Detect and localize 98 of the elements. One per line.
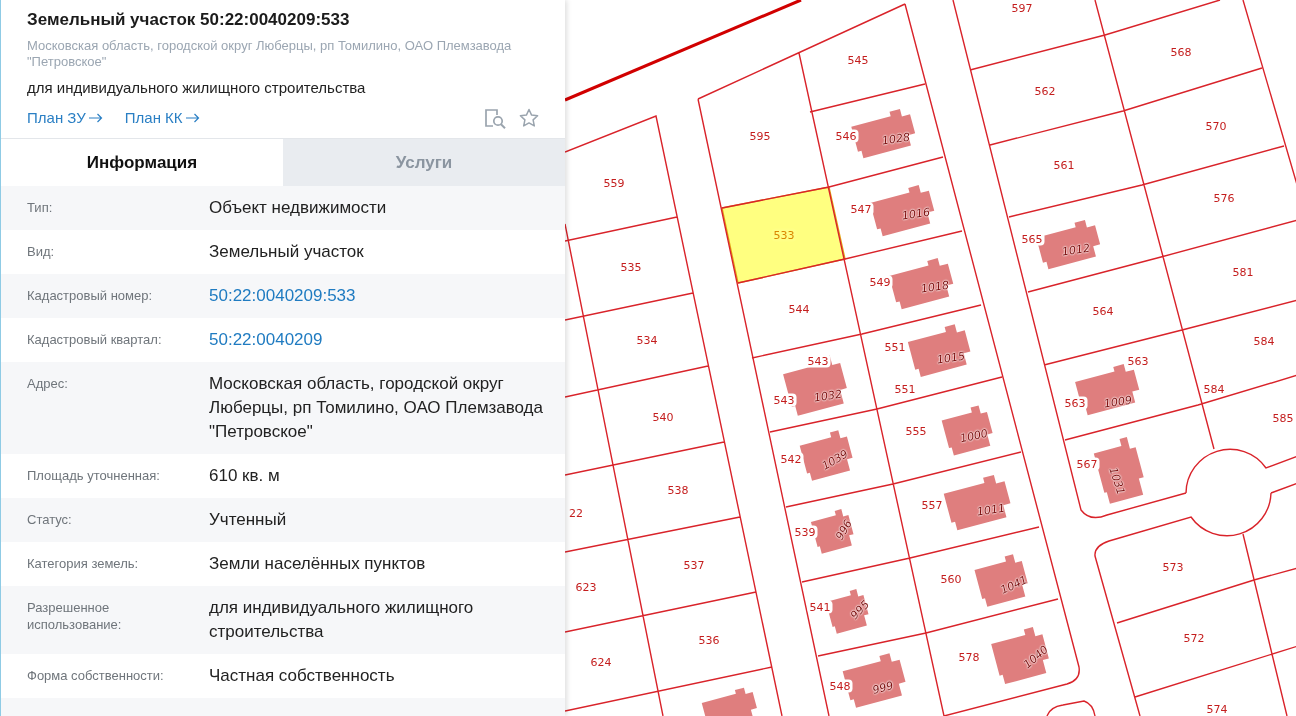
parcel-number: 557 (919, 498, 945, 512)
building-footprint (870, 185, 935, 237)
parcel-number: 562 (1032, 84, 1058, 98)
building-number: 999 (871, 679, 895, 697)
field-link[interactable]: 50:22:0040209:533 (209, 284, 545, 308)
document-search-icon[interactable] (484, 107, 506, 129)
parcel-number: 572 (1181, 631, 1207, 645)
building-footprint (799, 430, 853, 481)
field-value: 610 кв. м (209, 465, 281, 487)
building-footprint (943, 474, 1011, 531)
parcel-number: 574 (1204, 702, 1230, 716)
parcel-number: 549 (867, 275, 893, 289)
parcel-number: 576 (1211, 191, 1237, 205)
field-label: Кадастровый квартал: (27, 331, 163, 348)
field-value: Объект недвижимости (209, 197, 388, 219)
field-label: Площадь уточненная: (27, 467, 161, 484)
parcel-number: 537 (681, 558, 707, 572)
building-number: 1009 (1103, 393, 1133, 411)
parcel-number: 565 (1019, 232, 1045, 246)
tab[interactable]: Услуги (283, 139, 565, 186)
parcel-number: 573 (1160, 560, 1186, 574)
parcel-number: 541 (807, 600, 833, 614)
parcel-number: 563 (1125, 354, 1151, 368)
building-footprint (974, 554, 1028, 607)
parcel-number: 546 (833, 129, 859, 143)
building-footprint (941, 405, 993, 456)
parcel-number: 555 (903, 424, 929, 438)
plan-link[interactable]: План ЗУ (27, 108, 103, 128)
parcel-number: 567 (1074, 457, 1100, 471)
arrow-right-icon (185, 113, 200, 123)
field-label: Вид: (27, 243, 56, 260)
parcel-number: 533 (771, 228, 797, 242)
parcel-number: 542 (778, 452, 804, 466)
parcel-number: 584 (1201, 382, 1227, 396)
parcel-number: 570 (1203, 119, 1229, 133)
parcel-number: 535 (618, 260, 644, 274)
parcel-number: 597 (1009, 1, 1035, 15)
arrow-right-icon (88, 113, 103, 123)
field-value: для индивидуального жилищного строительства (209, 597, 475, 643)
building-number: 1028 (881, 130, 911, 148)
field-label: Кадастровый номер: (27, 287, 154, 304)
parcel-number: 564 (1090, 304, 1116, 318)
parcel-number: 584 (1251, 334, 1277, 348)
field-value: Московская область, городской округ Люберцы, рп Томилино, ОАО Племзавода "Петровское" (209, 373, 544, 443)
parcel-address: Московская область, городской округ Люберцы, рп Томилино, ОАО Племзавода "Петровское" (27, 38, 513, 70)
parcel-number: 543 (805, 354, 831, 368)
field-value: Частная собственность (209, 665, 396, 687)
parcel-number: 560 (938, 572, 964, 586)
parcel-number: 545 (845, 53, 871, 67)
field-value: Земельный участок (209, 241, 365, 263)
parcel-number: 543 (771, 393, 797, 407)
parcel-number: 538 (665, 483, 691, 497)
parcel-number: 539 (792, 525, 818, 539)
parcel-number: 581 (1230, 265, 1256, 279)
parcel-number: 547 (848, 202, 874, 216)
building-number: 1016 (901, 205, 931, 223)
building-footprint (889, 258, 954, 310)
parcel-number: 585 (1270, 411, 1296, 425)
building-number: 1011 (976, 501, 1006, 519)
parcel-number: 568 (1168, 45, 1194, 59)
field-value: Земли населённых пунктов (209, 553, 427, 575)
plan-link[interactable]: План КК (124, 108, 200, 128)
parcel-number: 595 (747, 129, 773, 143)
building-footprint (907, 324, 971, 377)
parcel-number: 623 (573, 580, 599, 594)
star-icon[interactable] (519, 108, 539, 128)
parcel-number: 551 (892, 382, 918, 396)
field-label: Тип: (27, 199, 54, 216)
parcel-number: 534 (634, 333, 660, 347)
parcel-title: Земельный участок 50:22:0040209:533 (27, 10, 351, 30)
field-label: Статус: (27, 511, 73, 528)
building-number: 1015 (936, 349, 966, 367)
parcel-number: 22 (567, 506, 585, 520)
building-number: 1031 (1106, 465, 1128, 497)
building-number: 1018 (920, 278, 950, 296)
parcel-number: 551 (882, 340, 908, 354)
parcel-number: 548 (827, 679, 853, 693)
field-label: Категория земель: (27, 555, 140, 572)
building-number: 1012 (1061, 241, 1091, 259)
building-footprint (701, 687, 757, 716)
field-value: Учтенный (209, 509, 288, 531)
parcel-number: 544 (786, 302, 812, 316)
parcel-number: 563 (1062, 396, 1088, 410)
parcel-number: 561 (1051, 158, 1077, 172)
field-label: Форма собственности: (27, 667, 165, 684)
field-label: Адрес: (27, 375, 69, 392)
building-number: 1000 (958, 426, 990, 446)
building-number: 1041 (998, 573, 1030, 597)
parcel-number: 540 (650, 410, 676, 424)
parcel-number: 536 (696, 633, 722, 647)
building-footprint (991, 626, 1049, 685)
building-number: 1032 (813, 387, 843, 405)
parcel-number: 559 (601, 176, 627, 190)
field-label: Разрешенное использование: (27, 599, 123, 633)
parcel-number: 624 (588, 655, 614, 669)
parcel-number: 578 (956, 650, 982, 664)
parcel-purpose: для индивидуального жилищного строительства (27, 78, 367, 98)
field-link[interactable]: 50:22:0040209 (209, 328, 545, 352)
